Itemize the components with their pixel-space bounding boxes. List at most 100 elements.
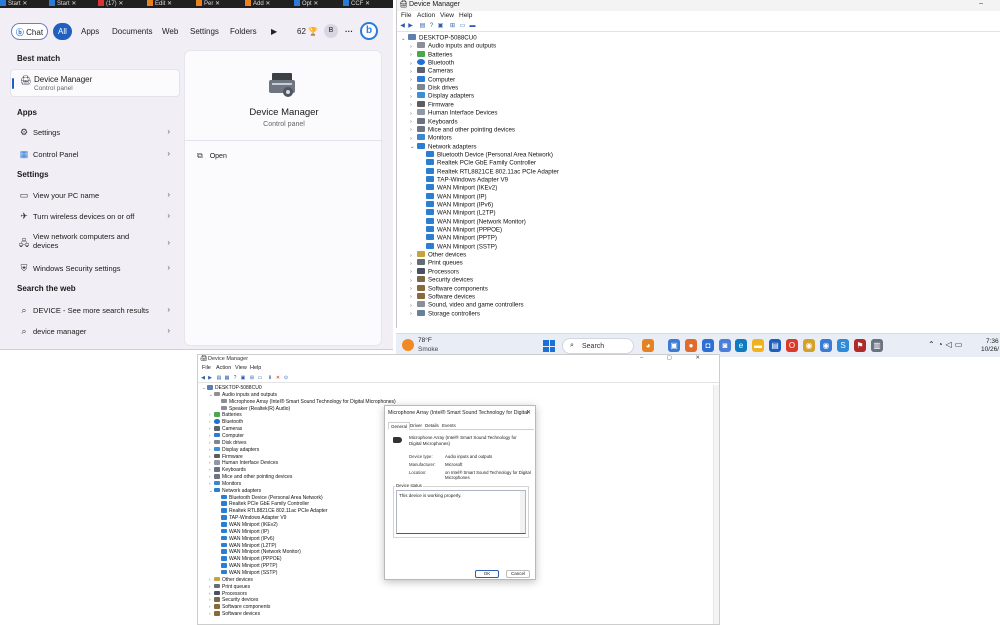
menu-view[interactable]: View (235, 365, 247, 371)
properties-icon[interactable]: ▤ (419, 23, 426, 30)
tree-category[interactable]: › Security devices (410, 276, 473, 284)
web-result-device-manager[interactable]: ⌕ device manager › (10, 321, 180, 342)
setting-network-computers[interactable]: 🖧 View network computers and devices › (10, 230, 180, 256)
forward-icon[interactable]: ▶ (207, 375, 213, 381)
clock-time[interactable]: 7:36 (986, 338, 999, 345)
setting-windows-security[interactable]: ⛨ Windows Security settings › (10, 258, 180, 279)
tree-device-network[interactable]: Bluetooth Device (Personal Area Network) (419, 150, 553, 159)
close-icon[interactable]: ✕ (165, 1, 172, 7)
more-options-button[interactable]: ··· (345, 23, 353, 40)
browser-tab[interactable]: Opt ✕ (294, 0, 318, 8)
tree-category[interactable]: › Storage controllers (410, 309, 480, 318)
tree-category[interactable]: › Audio inputs and outputs (410, 42, 496, 50)
menu-file[interactable]: File (202, 365, 211, 371)
tree-category[interactable]: › Display adapters (410, 92, 474, 100)
tree-category[interactable]: › Batteries (410, 50, 452, 59)
system-tray[interactable]: ⌃◔◁▭ (928, 340, 965, 349)
update-driver-icon[interactable]: ▣ (437, 23, 444, 30)
tree-device-network[interactable]: WAN Miniport (PPPOE) (419, 226, 502, 234)
taskbar-search-box[interactable]: ⌕ Search (562, 338, 634, 354)
tree-category[interactable]: › Disk drives (209, 439, 246, 447)
close-icon[interactable]: ✕ (117, 1, 123, 7)
tree-device-audio[interactable]: Speaker (Realtek(R) Audio) (216, 405, 290, 413)
app-control-panel[interactable]: ▦ Control Panel › (10, 144, 180, 165)
chrome-icon-2[interactable]: ◉ (820, 339, 832, 352)
chat-icon[interactable]: ◙ (719, 339, 731, 352)
file-explorer-icon[interactable]: ▬ (752, 339, 764, 352)
tree-category-network[interactable]: ⌄ Network adapters (209, 487, 261, 495)
tree-category[interactable]: › Print queues (410, 259, 463, 267)
enable-device-icon[interactable]: ⬇ (267, 375, 273, 381)
tree-category-audio[interactable]: ⌄ Audio inputs and outputs (209, 391, 277, 399)
close-icon[interactable]: ✕ (70, 1, 76, 7)
weather-condition[interactable]: Smoke (418, 346, 438, 353)
back-icon[interactable]: ◀ (200, 375, 206, 381)
skype-icon[interactable]: S (837, 339, 849, 352)
tree-category[interactable]: › Human Interface Devices (410, 109, 497, 117)
tree-device-network[interactable]: WAN Miniport (PPTP) (419, 234, 497, 242)
app-icon-orange[interactable]: ● (685, 339, 697, 352)
chevron-down-icon[interactable]: ⌄ (410, 143, 417, 151)
best-match-device-manager[interactable]: 🖨 Device Manager Control panel (10, 69, 180, 97)
browser-tab[interactable]: CCF ✕ (343, 0, 370, 8)
tree-device-network[interactable]: WAN Miniport (Network Monitor) (216, 549, 301, 556)
device-status-textbox[interactable]: This device is working properly. (396, 490, 526, 534)
tree-category[interactable]: › Disk drives (410, 84, 458, 92)
tree-device-network[interactable]: WAN Miniport (IP) (419, 192, 487, 201)
tree-device-network[interactable]: Realtek RTL8821CE 802.11ac PCIe Adapter (216, 508, 328, 515)
close-icon[interactable]: ✕ (21, 1, 27, 7)
store-icon[interactable]: ▤ (769, 339, 781, 352)
ok-button[interactable]: OK (475, 570, 499, 578)
tree-device-network[interactable]: WAN Miniport (Network Monitor) (419, 217, 526, 226)
documents-filter-button[interactable]: Documents (112, 23, 152, 40)
opera-icon[interactable]: O (786, 339, 798, 352)
tree-device-network[interactable]: WAN Miniport (L2TP) (419, 209, 496, 217)
tree-category[interactable]: › Processors (410, 267, 459, 276)
tree-category-network[interactable]: ⌄ Network adapters (410, 142, 477, 151)
avatar[interactable]: B (324, 24, 338, 38)
tree-device-network[interactable]: WAN Miniport (PPTP) (216, 563, 277, 570)
weather-temperature[interactable]: 78°F (418, 337, 432, 344)
tree-device-network[interactable]: WAN Miniport (IPv6) (419, 201, 493, 209)
vertical-scrollbar[interactable] (713, 385, 719, 624)
all-filter-button[interactable]: All (53, 23, 72, 40)
tree-category[interactable]: › Firmware (209, 453, 243, 461)
tree-device-network[interactable]: Realtek PCIe GbE Family Controller (419, 159, 536, 167)
back-icon[interactable]: ◀ (399, 23, 406, 30)
widgets-icon[interactable]: ◕ (642, 339, 654, 352)
tree-device-network[interactable]: WAN Miniport (IP) (216, 528, 269, 536)
chrome-icon-1[interactable]: ◉ (803, 339, 815, 352)
help-icon[interactable]: ? (428, 23, 435, 30)
tree-category[interactable]: › Bluetooth (410, 59, 454, 67)
close-icon[interactable]: ✕ (526, 409, 531, 416)
tree-category[interactable]: › Monitors (209, 480, 241, 488)
close-icon[interactable]: ✕ (363, 1, 370, 7)
browser-tab[interactable]: Edit ✕ (147, 0, 172, 8)
tree-device-network[interactable]: WAN Miniport (SSTP) (216, 569, 277, 577)
menu-action[interactable]: Action (216, 365, 231, 371)
status-scrollbar[interactable] (520, 491, 525, 533)
app-icon-red[interactable]: ⚑ (854, 339, 866, 352)
menu-file[interactable]: File (401, 12, 411, 19)
battery-icon[interactable]: ▭ (955, 340, 966, 349)
monitor-icon[interactable]: ▭ (257, 375, 263, 381)
tree-category[interactable]: › Keyboards (209, 467, 246, 474)
close-icon[interactable]: ✕ (213, 1, 220, 7)
browser-tab[interactable]: Start ✕ (0, 0, 27, 8)
tree-device-network[interactable]: WAN Miniport (IKEv2) (216, 522, 278, 529)
tree-category[interactable]: › Other devices (410, 251, 466, 259)
tab-driver[interactable]: Driver (410, 423, 422, 428)
uninstall-device-icon[interactable]: ✕ (275, 375, 281, 381)
tree-device-network[interactable]: TAP-Windows Adapter V9 (216, 515, 286, 522)
apps-filter-button[interactable]: Apps (81, 23, 99, 40)
wifi-icon[interactable]: ◔ (938, 340, 946, 349)
tree-device-network[interactable]: WAN Miniport (SSTP) (419, 242, 497, 251)
teams-chat-icon[interactable]: ◘ (702, 339, 714, 352)
weather-sun-icon[interactable] (402, 339, 414, 351)
tree-category[interactable]: › Security devices (209, 597, 258, 604)
tree-category[interactable]: › Software devices (209, 611, 260, 618)
menu-view[interactable]: View (440, 12, 454, 19)
tree-category[interactable]: › Software components (209, 604, 270, 611)
scan-hardware-icon[interactable]: ⊞ (249, 375, 255, 381)
tree-root-computer[interactable]: ⌄ DESKTOP-5088CU0 (401, 34, 477, 42)
